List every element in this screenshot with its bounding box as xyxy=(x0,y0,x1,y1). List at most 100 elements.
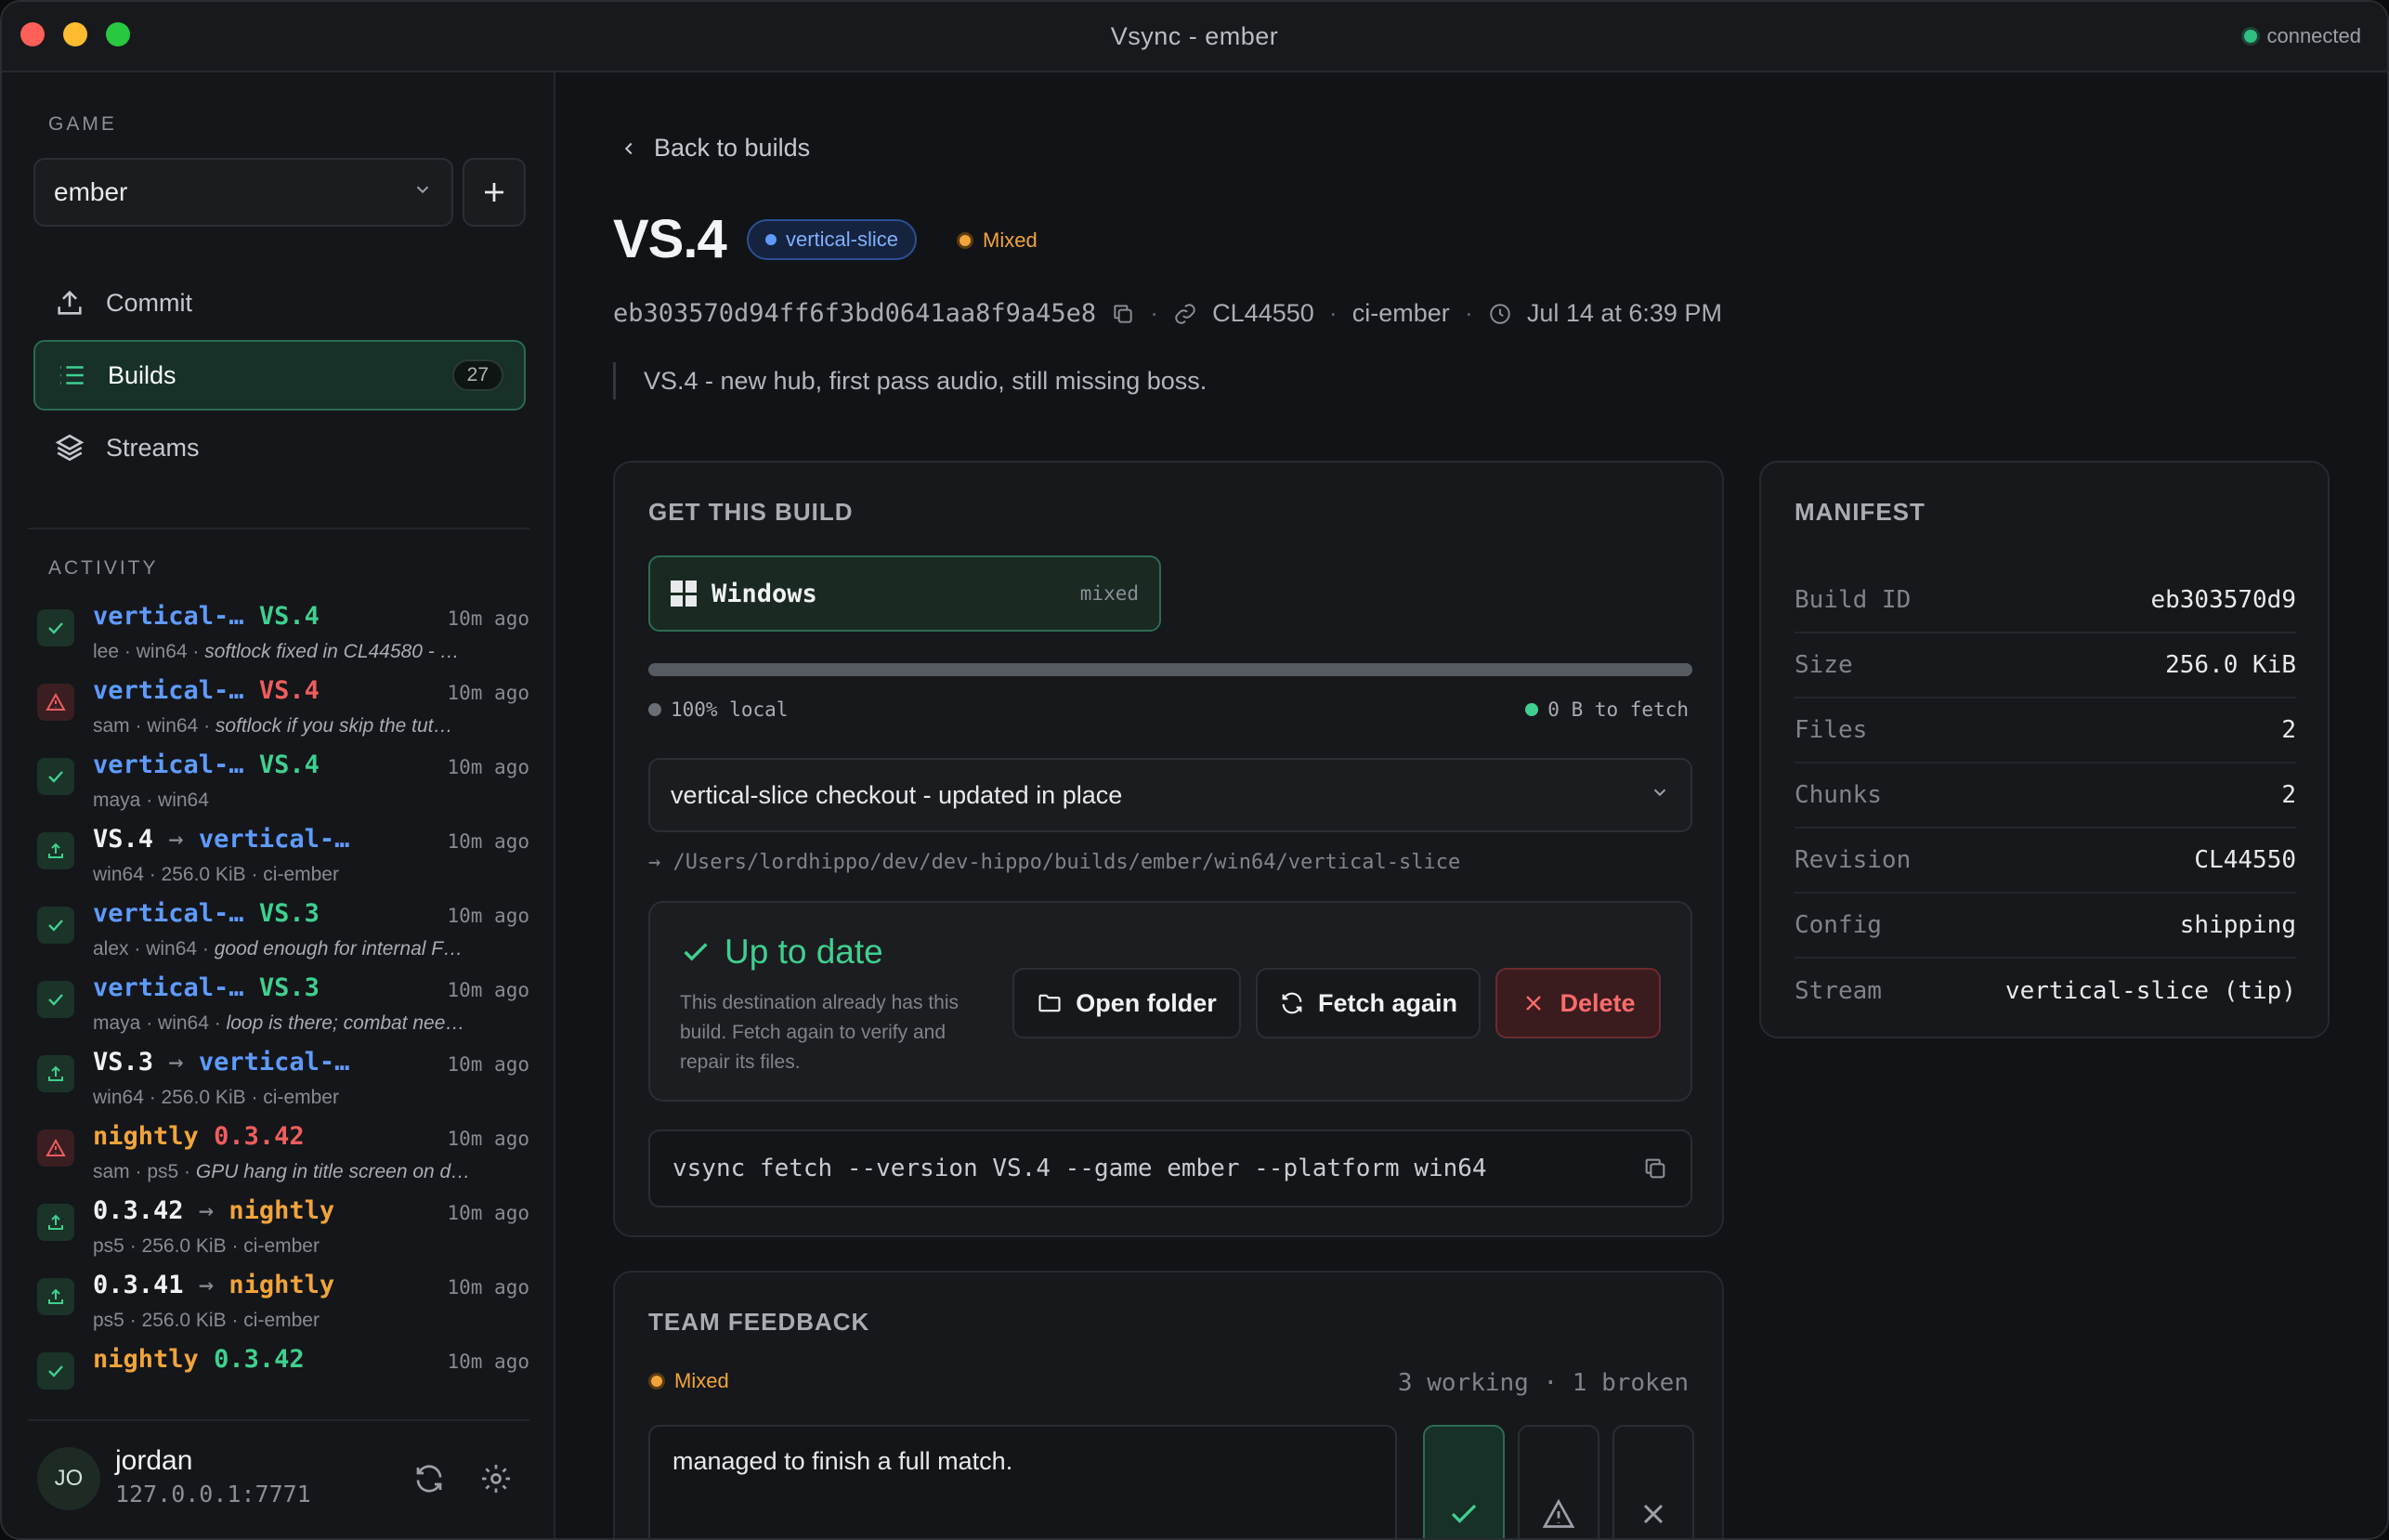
status-badge: Mixed xyxy=(957,228,1038,253)
nav-item-streams[interactable]: Streams xyxy=(33,412,526,483)
fetch-command-box[interactable]: vsync fetch --version VS.4 --game ember … xyxy=(648,1129,1692,1207)
activity-item[interactable]: nightly 0.3.42 10m ago xyxy=(28,1343,529,1417)
activity-item[interactable]: VS.4 → vertical-… 10m ago win64 · 256.0 Ki… xyxy=(28,823,529,897)
activity-item[interactable]: vertical-… VS.3 10m ago maya · win64 · loo… xyxy=(28,972,529,1046)
fetch-command: vsync fetch --version VS.4 --game ember … xyxy=(672,1155,1487,1182)
activity-item[interactable]: vertical-… VS.4 10m ago maya · win64 xyxy=(28,749,529,823)
build-description: VS.4 - new hub, first pass audio, still … xyxy=(613,362,1207,399)
connection-status: connected xyxy=(2244,24,2361,48)
build-changelist[interactable]: CL44550 xyxy=(1212,299,1314,328)
vote-broken-button[interactable] xyxy=(1612,1425,1694,1538)
link-icon xyxy=(1175,303,1195,324)
activity-ref-b: VS.4 xyxy=(258,676,320,705)
delete-button[interactable]: Delete xyxy=(1495,968,1661,1038)
activity-title: vertical-… VS.3 xyxy=(93,899,320,928)
activity-ref-a: 0.3.42 xyxy=(93,1196,184,1225)
activity-ref-a: VS.4 xyxy=(93,825,154,854)
clock-icon xyxy=(1490,303,1510,324)
user-address: 127.0.0.1:7771 xyxy=(115,1481,311,1507)
activity-subtitle: ps5 · 256.0 KiB · ci-ember xyxy=(93,1235,529,1258)
activity-item[interactable]: VS.3 → vertical-… 10m ago win64 · 256.0 Ki… xyxy=(28,1046,529,1120)
nav-item-commit[interactable]: Commit xyxy=(33,268,526,338)
feedback-textarea[interactable]: managed to finish a full match. xyxy=(648,1425,1397,1538)
upload-icon xyxy=(37,832,74,869)
sync-button[interactable] xyxy=(412,1462,446,1495)
activity-note: ci-ember xyxy=(263,864,339,885)
chevron-down-icon xyxy=(412,179,433,205)
game-select[interactable]: ember xyxy=(33,158,453,227)
activity-note: ci-ember xyxy=(243,1235,320,1257)
activity-ref-b: vertical-… xyxy=(198,825,350,854)
folder-icon xyxy=(1038,994,1061,1012)
manifest-key: Size xyxy=(1795,651,1853,679)
card-title: MANIFEST xyxy=(1795,498,1926,526)
activity-item[interactable]: vertical-… VS.4 10m ago sam · win64 · soft… xyxy=(28,674,529,749)
separator-dot: · xyxy=(208,1012,227,1034)
activity-item[interactable]: 0.3.42 → nightly 10m ago ps5 · 256.0 KiB ·… xyxy=(28,1194,529,1269)
activity-note: ci-ember xyxy=(263,1087,339,1108)
separator-dot: · xyxy=(143,864,162,885)
activity-ref-a: vertical-… xyxy=(93,602,244,631)
stream-badge[interactable]: vertical-slice xyxy=(747,219,918,260)
open-folder-button[interactable]: Open folder xyxy=(1012,968,1241,1038)
check-icon xyxy=(1451,1504,1477,1523)
activity-note: GPU hang in title screen on d… xyxy=(195,1161,471,1182)
fetch-again-button[interactable]: Fetch again xyxy=(1256,968,1481,1038)
activity-subtitle: sam · win64 · softlock if you skip the t… xyxy=(93,715,529,737)
vote-working-button[interactable] xyxy=(1423,1425,1505,1538)
activity-platform: 256.0 KiB xyxy=(161,864,246,885)
add-game-button[interactable] xyxy=(463,158,526,227)
feedback-status: Mixed xyxy=(648,1369,729,1393)
avatar[interactable]: JO xyxy=(37,1447,100,1510)
activity-ref-a: nightly xyxy=(93,1345,199,1374)
activity-ref-b: 0.3.42 xyxy=(214,1345,305,1374)
activity-platform: ps5 xyxy=(147,1161,179,1182)
check-icon xyxy=(37,907,74,944)
activity-time: 10m ago xyxy=(447,905,529,927)
activity-item[interactable]: vertical-… VS.4 10m ago lee · win64 · soft… xyxy=(28,600,529,674)
copy-icon[interactable] xyxy=(1642,1155,1668,1181)
chevron-down-icon xyxy=(1650,782,1670,808)
activity-platform: win64 xyxy=(158,790,209,811)
activity-item[interactable]: 0.3.41 → nightly 10m ago ps5 · 256.0 KiB ·… xyxy=(28,1269,529,1343)
activity-subtitle: lee · win64 · softlock fixed in CL44580 … xyxy=(93,641,529,663)
vote-issues-button[interactable] xyxy=(1518,1425,1599,1538)
activity-ref-b: vertical-… xyxy=(198,1048,350,1077)
activity-time: 10m ago xyxy=(447,682,529,704)
open-folder-label: Open folder xyxy=(1076,988,1217,1017)
manifest-value: eb303570d9 xyxy=(2150,586,2296,614)
activity-note: good enough for internal F… xyxy=(214,938,463,959)
activity-user: lee xyxy=(93,641,120,662)
fetch-dot-icon xyxy=(1525,703,1539,716)
build-author: ci-ember xyxy=(1351,299,1450,327)
copy-icon[interactable] xyxy=(1111,302,1135,326)
activity-ref-a: vertical-… xyxy=(93,899,244,928)
separator-dot: · xyxy=(226,1235,244,1257)
platform-name: Windows xyxy=(711,579,817,608)
destination-select[interactable]: vertical-slice checkout - updated in pla… xyxy=(648,758,1692,832)
separator-dot: · xyxy=(1150,299,1159,327)
feedback-counts: 3 working · 1 broken xyxy=(1397,1369,1689,1397)
feedback-status-label: Mixed xyxy=(674,1369,729,1392)
separator-dot: · xyxy=(226,1310,244,1331)
arrow-right-icon: → xyxy=(648,851,673,874)
activity-item[interactable]: nightly 0.3.42 10m ago sam · ps5 · GPU han… xyxy=(28,1120,529,1194)
manifest-row: Chunks 2 xyxy=(1795,763,2296,829)
app-window: Vsync - ember connected GAME ember Commi… xyxy=(0,0,2389,1540)
builds-count-badge: 27 xyxy=(451,359,503,391)
settings-button[interactable] xyxy=(479,1462,513,1495)
back-to-builds-link[interactable]: Back to builds xyxy=(619,134,810,163)
close-icon xyxy=(1526,996,1542,1011)
list-icon xyxy=(59,366,84,385)
activity-item[interactable]: vertical-… VS.3 10m ago alex · win64 · goo… xyxy=(28,897,529,972)
stream-badge-label: vertical-slice xyxy=(786,228,899,251)
activity-ref-a: vertical-… xyxy=(93,676,244,705)
connection-dot-icon xyxy=(2244,30,2258,43)
fetch-status: 0 B to fetch xyxy=(1525,698,1689,721)
manifest-key: Revision xyxy=(1795,846,1912,874)
plus-icon xyxy=(485,183,503,202)
nav-item-label: Streams xyxy=(106,433,200,462)
nav-item-builds[interactable]: Builds 27 xyxy=(33,340,526,411)
platform-windows-button[interactable]: Windows mixed xyxy=(648,555,1161,632)
manifest-key: Files xyxy=(1795,716,1868,744)
